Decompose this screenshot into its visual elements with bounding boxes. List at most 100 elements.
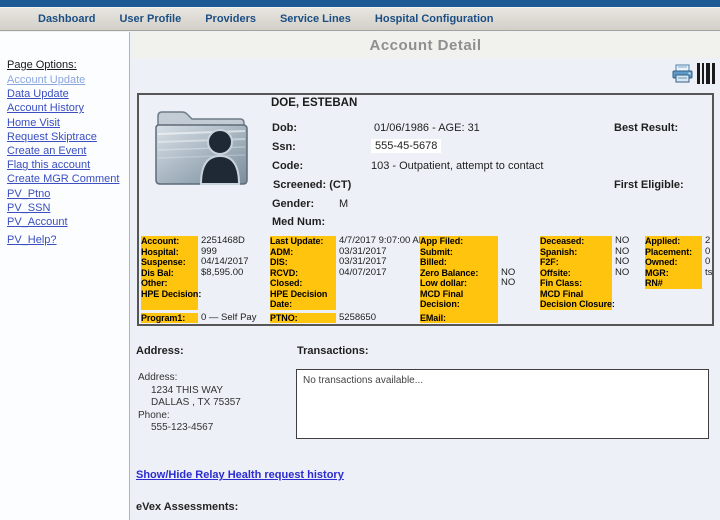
relay-health-history-link[interactable]: Show/Hide Relay Health request history [136,469,344,481]
code-label: Code: [272,160,303,172]
grid-value: 5258650 [336,312,376,323]
nav-service-lines[interactable]: Service Lines [280,13,351,25]
grid-label: MCD Final [420,289,498,300]
grid-label: EMail: [420,313,498,324]
nav-dashboard[interactable]: Dashboard [38,13,95,25]
grid-value: 2251468D [198,235,245,246]
grid-label: Low dollar: [420,278,498,289]
grid-column-dates: Last Update:4/7/2017 9:07:00 AM ADM:03/3… [270,236,427,323]
grid-value: $8,595.00 [198,267,243,278]
grid-label: Suspense: [141,257,198,268]
grid-value: NO [498,267,515,278]
best-result-label: Best Result: [614,122,678,134]
grid-column-account: Account:2251468D Hospital:999 Suspense:0… [141,236,256,323]
sidebar-link-flag-this-account[interactable]: Flag this account [7,159,129,173]
nav-hospital-configuration[interactable]: Hospital Configuration [375,13,494,25]
grid-value: 03/31/2017 [336,246,387,257]
grid-label: Other: [141,278,198,289]
grid-label: F2F: [540,257,612,268]
evex-assessments-title: eVex Assessments: [136,501,238,513]
grid-label: HPE Decision: [141,289,198,300]
gender-value: M [339,198,348,210]
print-icon[interactable] [672,64,693,84]
top-blue-bar [0,0,720,7]
sidebar-link-create-mgr-comment[interactable]: Create MGR Comment [7,173,129,187]
sidebar-link-data-update[interactable]: Data Update [7,88,129,102]
transactions-section-title: Transactions: [297,345,369,357]
grid-label: Deceased: [540,236,612,247]
grid-column-counts: Applied:2 Placement:0 Owned:0 MGR:ts RN# [645,236,712,289]
phone-label: Phone: [138,410,241,423]
transactions-box: No transactions available... [296,369,709,439]
grid-label: ADM: [270,247,336,258]
grid-column-filing: App Filed: Submit: Billed: Zero Balance:… [420,236,515,323]
sidebar-link-pv-ssn[interactable]: PV_SSN [7,202,129,216]
address-line2: DALLAS , TX 75357 [138,397,241,410]
dob-label: Dob: [272,122,297,134]
grid-label: Program1: [141,313,198,324]
grid-value: NO [612,256,629,267]
grid-label: RN# [645,278,702,289]
grid-label: Applied: [645,236,702,247]
grid-value: NO [612,235,629,246]
page-options-title: Page Options: [7,59,129,74]
grid-label [141,299,198,310]
ssn-label: Ssn: [272,141,296,153]
grid-value: NO [612,267,629,278]
grid-label: Decision Closure: [540,299,612,310]
gender-label: Gender: [272,198,314,210]
ssn-value: 555-45-5678 [371,139,441,153]
grid-label: DIS: [270,257,336,268]
screened-label: Screened: (CT) [273,179,351,191]
sidebar-link-pv-ptno[interactable]: PV_Ptno [7,188,129,202]
grid-label: Spanish: [540,247,612,258]
nav-providers[interactable]: Providers [205,13,256,25]
grid-label: MCD Final [540,289,612,300]
sidebar-link-pv-account[interactable]: PV_Account [7,216,129,230]
grid-label: Date: [270,299,336,310]
page-title: Account Detail [131,37,720,54]
grid-label: RCVD: [270,268,336,279]
sidebar-link-account-update[interactable]: Account Update [7,74,129,88]
grid-label: PTNO: [270,313,336,324]
code-value: 103 - Outpatient, attempt to contact [371,160,543,172]
barcode-icon[interactable] [697,63,715,84]
patient-name: DOE, ESTEBAN [271,97,357,109]
address-label: Address: [138,372,241,385]
sidebar-link-request-skiptrace[interactable]: Request Skiptrace [7,131,129,145]
grid-value: 0 [702,246,710,257]
grid-value: NO [612,246,629,257]
mednum-label: Med Num: [272,216,325,228]
grid-value: NO [498,277,515,288]
grid-label: HPE Decision [270,289,336,300]
grid-label: Billed: [420,257,498,268]
grid-label: Dis Bal: [141,268,198,279]
first-eligible-label: First Eligible: [614,179,684,191]
main-nav: Dashboard User Profile Providers Service… [0,7,720,31]
grid-label: Account: [141,236,198,247]
grid-value: 04/14/2017 [198,256,249,267]
patient-folder-icon [150,104,252,190]
transactions-empty-message: No transactions available... [303,375,423,386]
grid-label: Owned: [645,257,702,268]
sidebar-link-pv-help[interactable]: PV_Help? [7,234,129,248]
sidebar-link-create-an-event[interactable]: Create an Event [7,145,129,159]
grid-value: 4/7/2017 9:07:00 AM [336,235,427,246]
grid-value: 03/31/2017 [336,256,387,267]
grid-label: Placement: [645,247,702,258]
grid-label: Fin Class: [540,278,612,289]
grid-label: Zero Balance: [420,268,498,279]
grid-value: 04/07/2017 [336,267,387,278]
grid-label: App Filed: [420,236,498,247]
sidebar-link-home-visit[interactable]: Home Visit [7,117,129,131]
grid-value: 2 [702,235,710,246]
address-line1: 1234 THIS WAY [138,385,241,398]
grid-label: Hospital: [141,247,198,258]
grid-label: Closed: [270,278,336,289]
grid-value: 0 [702,256,710,267]
nav-user-profile[interactable]: User Profile [119,13,181,25]
grid-value: ts [702,267,712,278]
grid-label: Decision: [420,299,498,310]
sidebar-link-account-history[interactable]: Account History [7,102,129,116]
account-detail-panel: DOE, ESTEBAN Dob: 01/06/1986 - AGE: 31 B… [137,93,714,326]
